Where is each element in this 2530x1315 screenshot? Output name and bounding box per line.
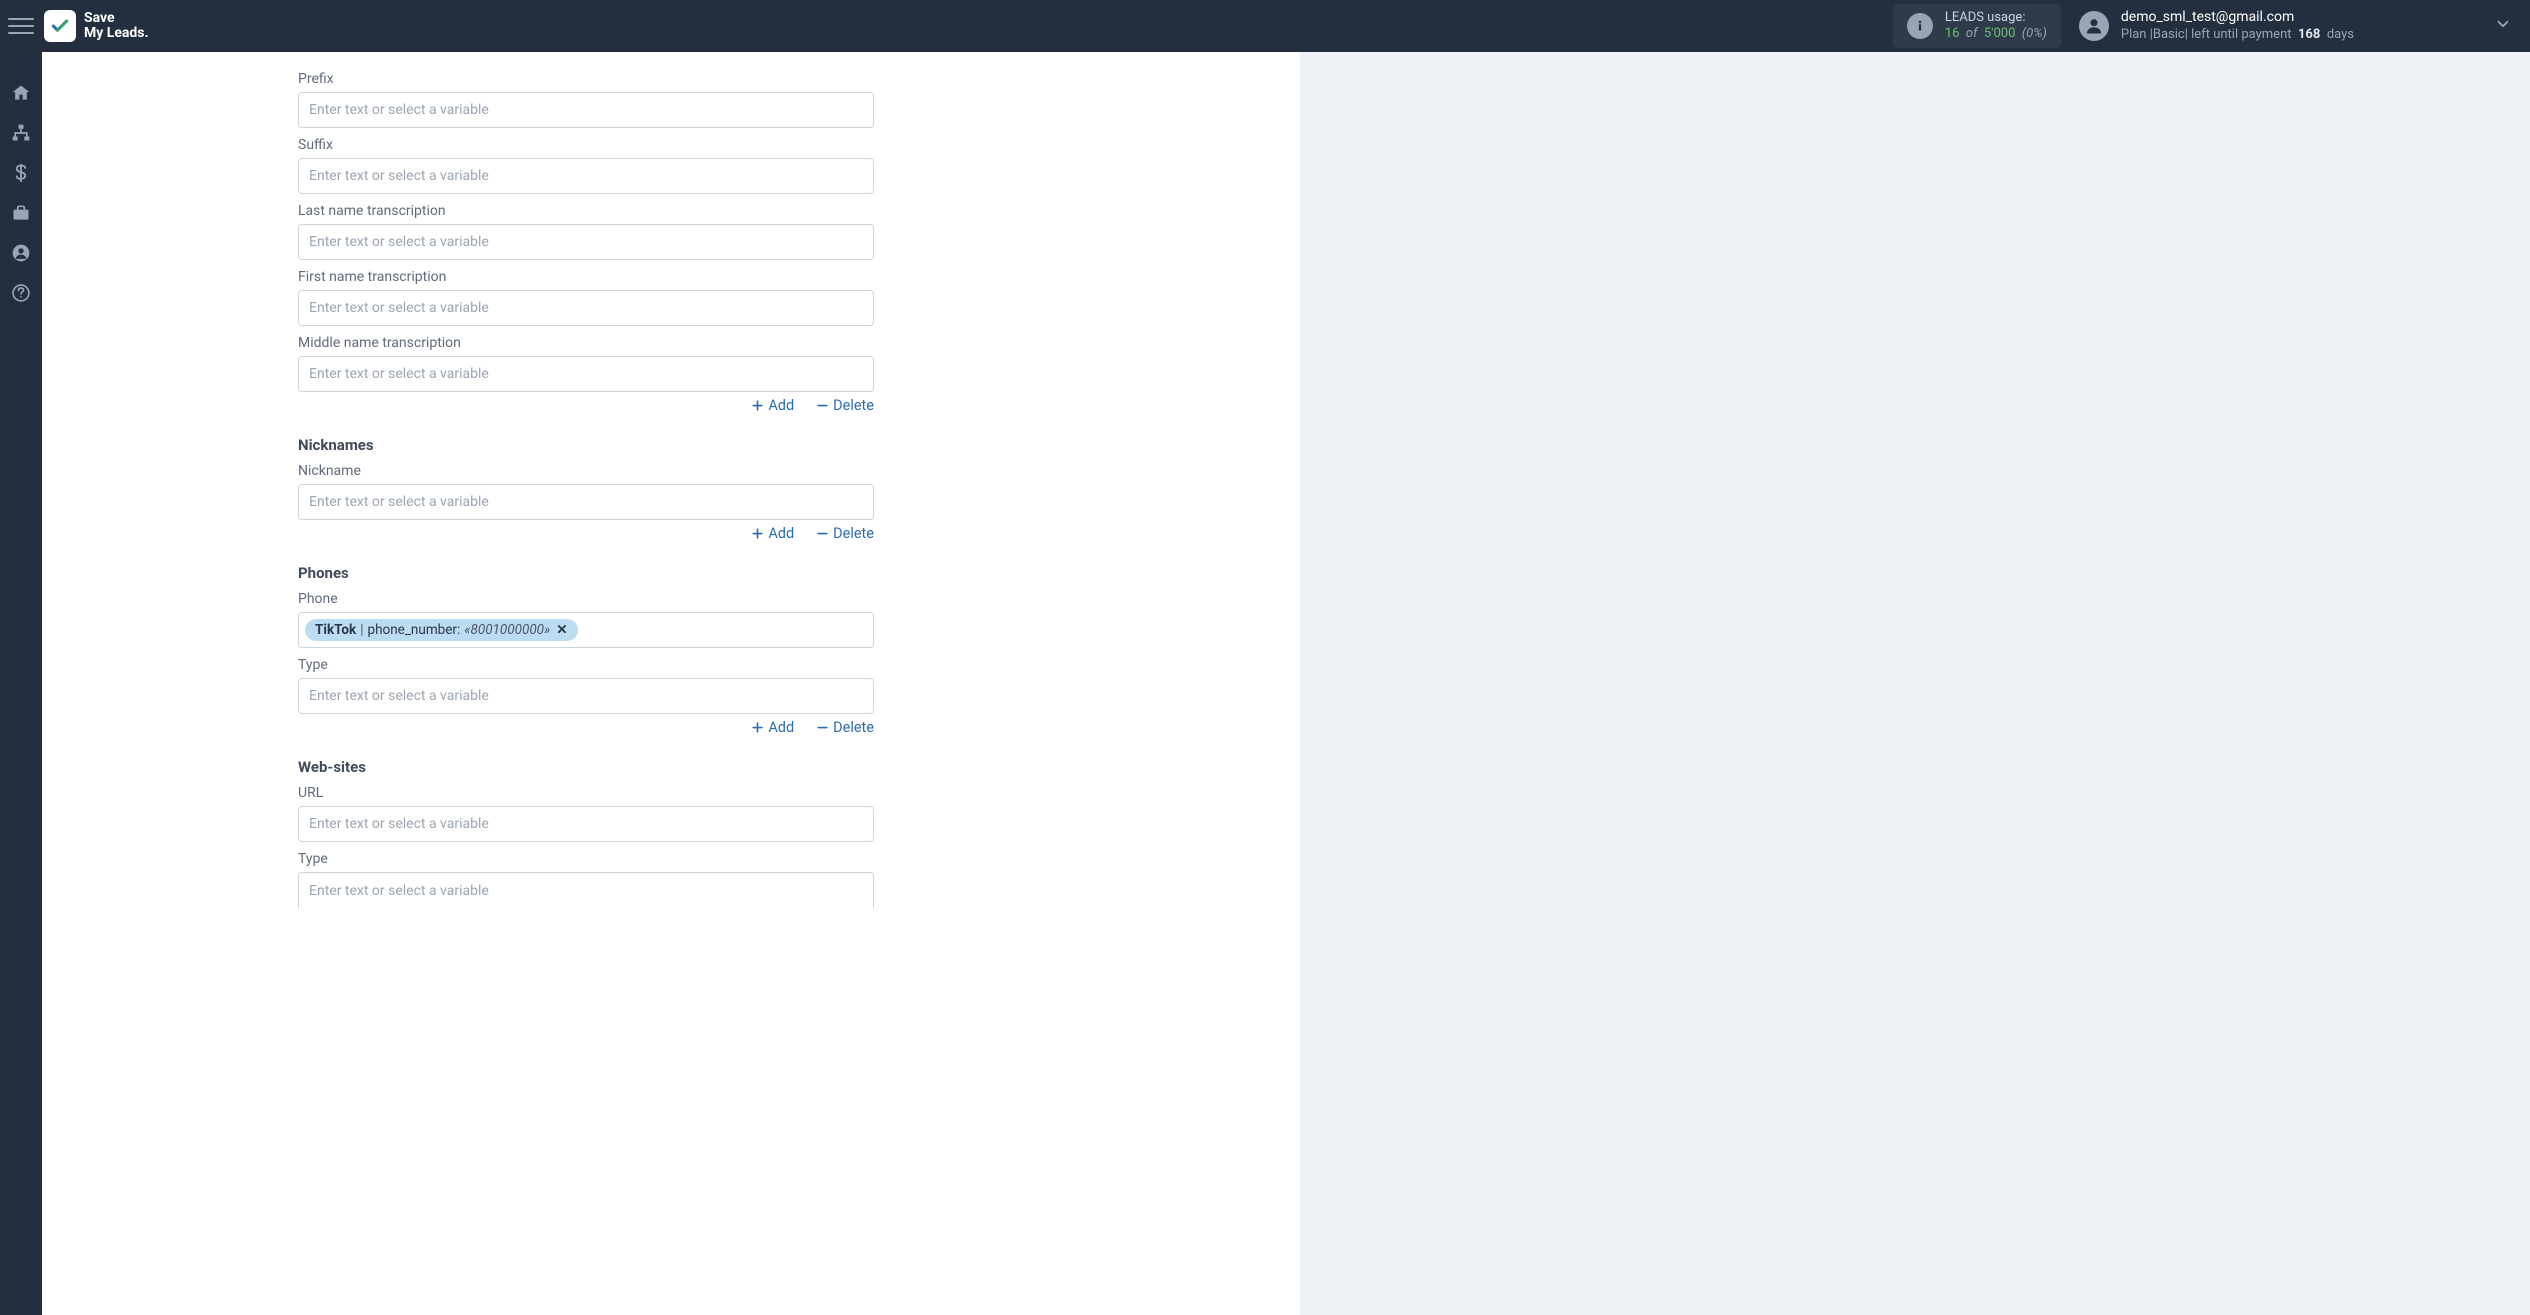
nav-help[interactable] bbox=[10, 282, 32, 304]
header-expand-button[interactable] bbox=[2354, 15, 2512, 37]
nav-connections[interactable] bbox=[10, 122, 32, 144]
section-phones: Phones bbox=[298, 564, 1170, 582]
user-email: demo_sml_test@gmail.com bbox=[2121, 9, 2354, 27]
usage-value: 16 of 5'000 (0%) bbox=[1945, 26, 2047, 42]
input-website-type[interactable] bbox=[298, 872, 874, 908]
delete-phone-button[interactable]: Delete bbox=[816, 719, 874, 736]
label-url: URL bbox=[298, 785, 1170, 801]
input-phone[interactable]: TikTok | phone_number: «8001000000» ✕ bbox=[298, 612, 874, 648]
input-middle-name-transcription[interactable] bbox=[298, 356, 874, 392]
form-card: Prefix Suffix Last name transcription Fi… bbox=[42, 52, 1300, 1315]
nav-toolbox[interactable] bbox=[10, 202, 32, 224]
label-nickname: Nickname bbox=[298, 463, 1170, 479]
nav-sidebar bbox=[0, 52, 42, 1315]
add-name-button[interactable]: Add bbox=[751, 397, 794, 414]
avatar-icon bbox=[2079, 11, 2109, 41]
label-last-name-transcription: Last name transcription bbox=[298, 203, 1170, 219]
label-middle-name-transcription: Middle name transcription bbox=[298, 335, 1170, 351]
section-nicknames: Nicknames bbox=[298, 436, 1170, 454]
input-prefix[interactable] bbox=[298, 92, 874, 128]
info-icon bbox=[1907, 13, 1933, 39]
app-logo[interactable] bbox=[44, 10, 76, 42]
add-nickname-button[interactable]: Add bbox=[751, 525, 794, 542]
label-phone-type: Type bbox=[298, 657, 1170, 673]
label-prefix: Prefix bbox=[298, 71, 1170, 87]
add-phone-button[interactable]: Add bbox=[751, 719, 794, 736]
input-first-name-transcription[interactable] bbox=[298, 290, 874, 326]
user-menu[interactable]: demo_sml_test@gmail.com Plan |Basic| lef… bbox=[2079, 9, 2354, 43]
input-url[interactable] bbox=[298, 806, 874, 842]
user-plan: Plan |Basic| left until payment 168 days bbox=[2121, 27, 2354, 43]
variable-chip-phone: TikTok | phone_number: «8001000000» ✕ bbox=[305, 619, 578, 641]
nav-home[interactable] bbox=[10, 82, 32, 104]
brand-name: Save My Leads. bbox=[84, 11, 149, 42]
remove-chip-button[interactable]: ✕ bbox=[554, 622, 569, 638]
input-phone-type[interactable] bbox=[298, 678, 874, 714]
label-phone: Phone bbox=[298, 591, 1170, 607]
section-websites: Web-sites bbox=[298, 758, 1170, 776]
nav-billing[interactable] bbox=[10, 162, 32, 184]
input-suffix[interactable] bbox=[298, 158, 874, 194]
input-last-name-transcription[interactable] bbox=[298, 224, 874, 260]
input-nickname[interactable] bbox=[298, 484, 874, 520]
label-suffix: Suffix bbox=[298, 137, 1170, 153]
menu-toggle-button[interactable] bbox=[8, 13, 34, 39]
usage-label: LEADS usage: bbox=[1945, 10, 2047, 26]
delete-name-button[interactable]: Delete bbox=[816, 397, 874, 414]
nav-account[interactable] bbox=[10, 242, 32, 264]
delete-nickname-button[interactable]: Delete bbox=[816, 525, 874, 542]
main-scroll[interactable]: Prefix Suffix Last name transcription Fi… bbox=[42, 52, 2530, 1315]
app-header: Save My Leads. LEADS usage: 16 of 5'000 … bbox=[0, 0, 2530, 52]
label-first-name-transcription: First name transcription bbox=[298, 269, 1170, 285]
usage-indicator[interactable]: LEADS usage: 16 of 5'000 (0%) bbox=[1893, 4, 2061, 49]
label-website-type: Type bbox=[298, 851, 1170, 867]
